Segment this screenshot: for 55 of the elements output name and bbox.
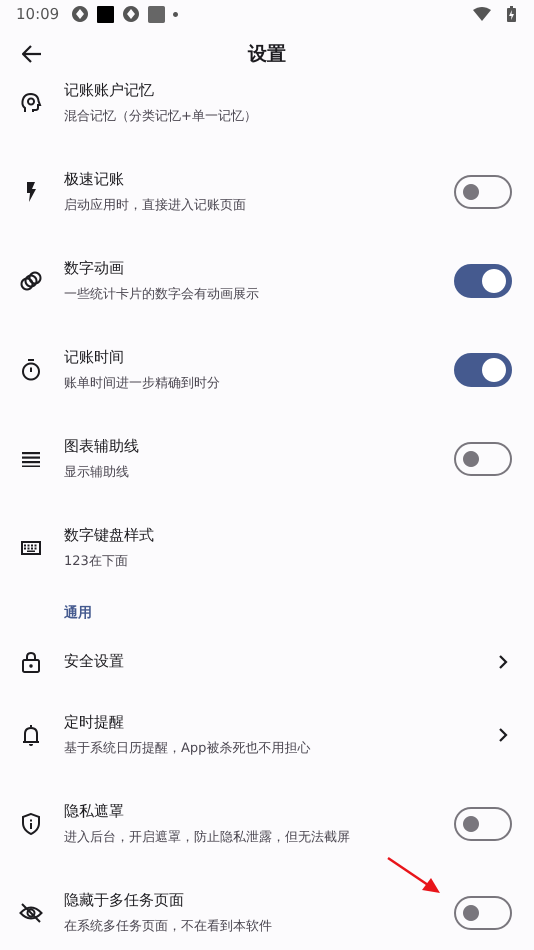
item-title: 图表辅助线	[64, 436, 139, 456]
chevron-right-icon	[498, 654, 508, 668]
item-description: 显示辅助线	[64, 464, 129, 480]
toggle-switch[interactable]	[454, 442, 512, 476]
rings-icon	[19, 268, 43, 292]
section-header: 通用	[63, 604, 92, 622]
page-title: 设置	[248, 42, 286, 67]
aperture-icon	[122, 5, 140, 23]
settings-item[interactable]: 安全设置	[0, 633, 534, 690]
lock-icon	[19, 650, 43, 674]
back-arrow-icon	[22, 45, 42, 63]
toggle-switch[interactable]	[454, 352, 512, 386]
annotation-arrow	[386, 856, 442, 896]
item-title: 记账账户记忆	[64, 80, 154, 100]
square-icon	[97, 6, 114, 22]
item-title: 数字动画	[64, 258, 124, 278]
item-description: 进入后台，开启遮罩，防止隐私泄露，但无法截屏	[64, 828, 350, 846]
item-title: 记账时间	[64, 348, 124, 366]
item-title: 定时提醒	[64, 712, 124, 732]
item-title: 隐私遮罩	[64, 802, 124, 820]
item-title: 极速记账	[64, 170, 124, 188]
item-description: 基于系统日历提醒，App被杀死也不用担心	[64, 740, 310, 756]
item-description: 一些统计卡片的数字会有动画展示	[64, 286, 259, 302]
settings-item[interactable]: 数字动画 一些统计卡片的数字会有动画展示	[0, 236, 534, 325]
eye-off-icon	[19, 900, 43, 924]
toggle-switch[interactable]	[454, 896, 512, 930]
dot-icon	[173, 12, 178, 16]
toggle-switch[interactable]	[454, 264, 512, 298]
shield-info-icon	[19, 812, 43, 836]
settings-item[interactable]: 隐藏于多任务页面 在系统多任务页面，不在看到本软件	[0, 868, 534, 950]
item-description: 账单时间进一步精确到时分	[64, 374, 220, 392]
settings-item[interactable]: 隐私遮罩 进入后台，开启遮罩，防止隐私泄露，但无法截屏	[0, 779, 534, 868]
aperture-icon	[71, 5, 90, 23]
settings-item[interactable]: 定时提醒 基于系统日历提醒，App被杀死也不用担心	[0, 690, 534, 779]
item-title: 隐藏于多任务页面	[64, 890, 184, 910]
settings-item[interactable]: 极速记账 启动应用时，直接进入记账页面	[0, 147, 534, 236]
stopwatch-icon	[19, 358, 43, 382]
toggle-switch[interactable]	[454, 806, 512, 840]
item-title: 数字键盘样式	[64, 526, 154, 544]
item-description: 启动应用时，直接进入记账页面	[64, 196, 246, 214]
item-description: 123在下面	[64, 552, 128, 570]
item-title: 安全设置	[64, 652, 124, 671]
square-icon	[148, 6, 166, 22]
head-gear-icon	[19, 90, 43, 114]
item-description: 混合记忆（分类记忆+单一记忆）	[64, 108, 257, 124]
item-description: 在系统多任务页面，不在看到本软件	[64, 918, 272, 934]
settings-item[interactable]: 数字键盘样式 123在下面	[0, 503, 534, 592]
battery-icon	[507, 6, 516, 22]
toggle-switch[interactable]	[454, 174, 512, 208]
wifi-icon	[473, 7, 491, 21]
settings-item[interactable]: 图表辅助线 显示辅助线	[0, 414, 534, 503]
settings-item[interactable]: 记账时间 账单时间进一步精确到时分	[0, 325, 534, 414]
settings-item[interactable]: 记账账户记忆 混合记忆（分类记忆+单一记忆）	[0, 80, 534, 147]
status-time: 10:09	[16, 5, 60, 23]
chevron-right-icon	[498, 728, 508, 742]
